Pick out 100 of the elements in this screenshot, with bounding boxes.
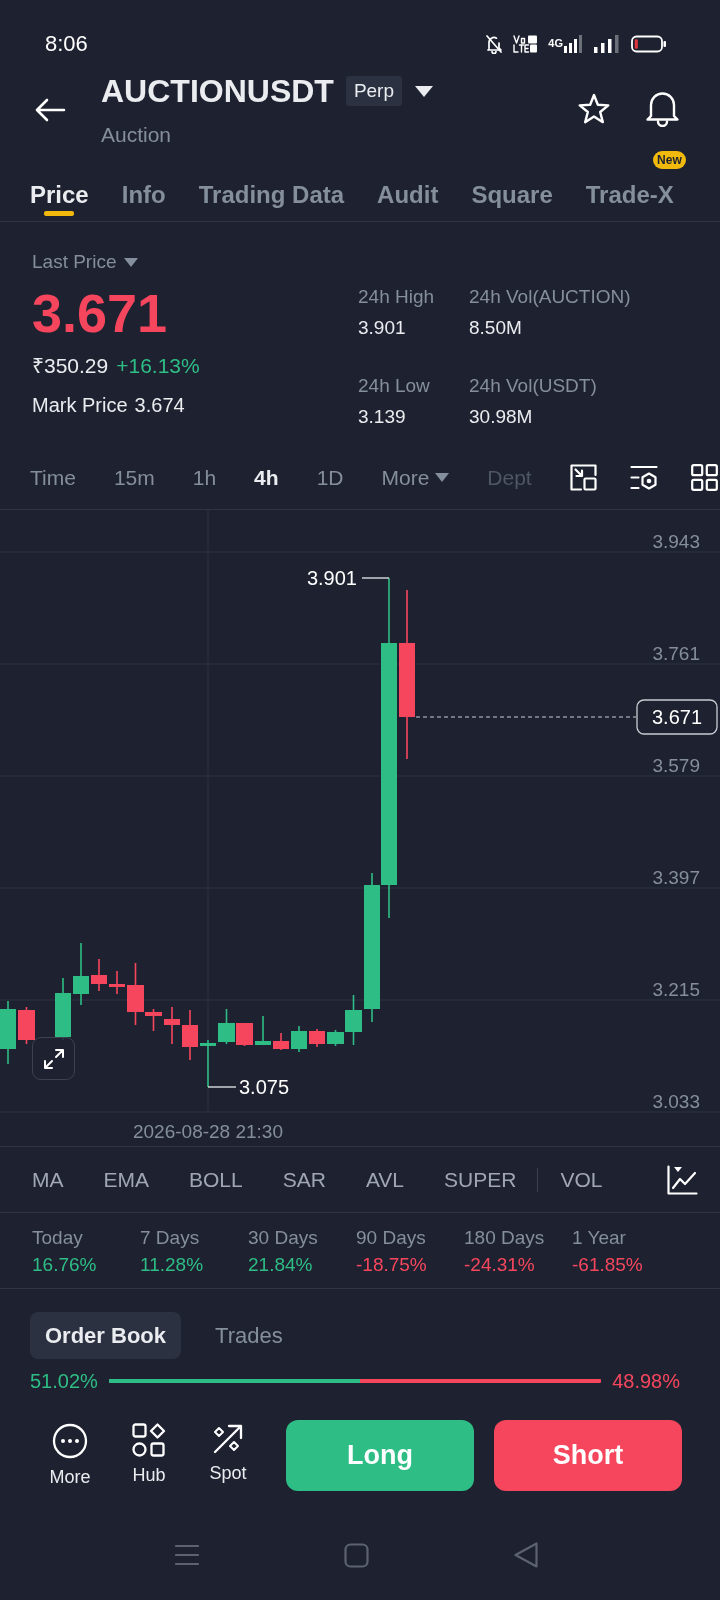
candlestick <box>109 970 125 995</box>
action-label: Spot <box>209 1462 247 1484</box>
candlestick <box>73 942 89 1006</box>
period-label: 90 Days <box>356 1226 427 1250</box>
home-icon[interactable] <box>344 1542 369 1568</box>
axis-label: 3.397 <box>652 866 700 888</box>
battery-icon <box>631 35 667 53</box>
candlestick <box>255 1015 271 1046</box>
time-axis-label: 2026-08-28 21:30 <box>133 1120 283 1142</box>
tab[interactable]: Trades <box>215 1312 283 1359</box>
indicator-tab[interactable]: AVL <box>365 1165 405 1194</box>
caret-down-icon <box>435 473 450 482</box>
indicator-tab[interactable]: MA <box>32 1165 64 1194</box>
star-icon[interactable] <box>577 92 611 125</box>
interval-tab[interactable]: 1D <box>316 463 344 492</box>
tab[interactable]: Order Book <box>30 1312 182 1359</box>
mark-price-label: Mark Price <box>32 393 128 418</box>
last-price-tag: 3.671 <box>636 699 718 735</box>
volte-icon <box>513 35 539 53</box>
window-arrow-icon[interactable] <box>569 464 597 491</box>
candlestick <box>309 1028 325 1048</box>
chart-indicator-icon[interactable] <box>667 1164 698 1195</box>
stat-label: 24h Vol(USDT) <box>469 374 598 398</box>
interval-tab[interactable]: Time <box>30 463 76 492</box>
tab[interactable]: Price <box>30 149 89 221</box>
price-type-dropdown[interactable]: Last Price <box>32 249 139 275</box>
indicator-tab[interactable]: EMA <box>103 1165 149 1194</box>
interval-tab[interactable]: 4h <box>254 463 279 492</box>
indicator-tab[interactable]: SAR <box>282 1165 326 1194</box>
network-type: 4G <box>548 37 563 49</box>
period-return: 21.84% <box>248 1253 314 1277</box>
signal-icon <box>564 35 584 53</box>
new-badge: New <box>653 151 686 169</box>
period-label: 30 Days <box>248 1226 319 1250</box>
stat-value: 3.901 <box>358 316 407 340</box>
indicator-tab[interactable]: VOL <box>560 1165 603 1194</box>
high-price-label: 3.901 <box>306 567 357 589</box>
indicator-tab[interactable]: SUPER <box>444 1165 517 1194</box>
stat-label: 24h High <box>358 285 436 309</box>
arrow-icon <box>212 1423 244 1455</box>
caret-down-icon[interactable] <box>415 85 433 97</box>
contract-type-badge: Perp <box>345 76 402 106</box>
period-label: Today <box>32 1226 84 1250</box>
list-settings-icon[interactable] <box>629 464 658 491</box>
candlestick <box>18 1006 35 1045</box>
stat-value: 3.139 <box>358 405 407 429</box>
symbol-subtitle: Auction <box>101 122 173 148</box>
candlestick <box>291 1025 307 1053</box>
period-return: -24.31% <box>464 1253 536 1277</box>
interval-tab[interactable]: More <box>381 463 450 492</box>
axis-label: 3.033 <box>652 1090 700 1112</box>
status-time: 8:06 <box>45 31 88 57</box>
more-icon <box>52 1423 88 1459</box>
tab[interactable]: Trading Data <box>198 149 345 221</box>
action-button[interactable]: Hub <box>119 1420 179 1488</box>
axis-label: 3.761 <box>652 642 700 664</box>
interval-tab[interactable]: 1h <box>192 463 217 492</box>
tab[interactable]: Audit <box>377 149 439 221</box>
last-price: 3.671 <box>32 283 169 343</box>
interval-tab[interactable]: 15m <box>113 463 155 492</box>
signal-icon <box>594 35 621 53</box>
indicator-tab[interactable]: BOLL <box>189 1165 243 1194</box>
expand-icon <box>41 1046 66 1071</box>
expand-chart-button[interactable] <box>32 1037 75 1080</box>
axis-label: 3.215 <box>652 978 700 1000</box>
leader-line <box>361 577 390 579</box>
period-return: 16.76% <box>32 1253 98 1277</box>
period-label: 180 Days <box>464 1226 546 1250</box>
period-return: -18.75% <box>356 1253 428 1277</box>
bell-icon[interactable] <box>645 90 680 127</box>
stat-value: 30.98M <box>469 405 534 429</box>
bid-ratio: 51.02% <box>30 1369 98 1393</box>
low-price-label: 3.075 <box>239 1076 290 1098</box>
short-button[interactable]: Short <box>494 1420 682 1491</box>
menu-icon[interactable] <box>175 1544 199 1566</box>
candlestick <box>164 1006 180 1045</box>
action-button[interactable]: More <box>40 1420 100 1488</box>
axis-label: 3.943 <box>652 530 700 552</box>
shapes-grid-icon <box>132 1423 166 1457</box>
period-return: -61.85% <box>572 1253 644 1277</box>
mark-price-value: 3.674 <box>134 393 185 418</box>
grid-icon[interactable] <box>690 464 718 491</box>
tab[interactable]: Info <box>121 149 166 221</box>
symbol-title: AUCTIONUSDT <box>101 73 334 109</box>
long-button[interactable]: Long <box>286 1420 474 1491</box>
fiat-price: ₹350.29 <box>32 353 109 379</box>
candlestick <box>91 958 107 992</box>
period-return: 11.28% <box>140 1253 205 1277</box>
price-change: +16.13% <box>116 353 200 379</box>
tab[interactable]: Square <box>471 149 553 221</box>
candlestick <box>200 1039 216 1088</box>
leader-line <box>207 1086 237 1088</box>
period-label: 7 Days <box>140 1226 201 1250</box>
stat-label: 24h Vol(AUCTION) <box>469 285 631 309</box>
period-label: 1 Year <box>572 1226 627 1250</box>
stat-label: 24h Low <box>358 374 431 398</box>
muted-bell-icon <box>485 34 504 54</box>
action-button[interactable]: Spot <box>198 1420 258 1488</box>
candlestick <box>0 1000 16 1065</box>
stat-value: 8.50M <box>469 316 523 340</box>
